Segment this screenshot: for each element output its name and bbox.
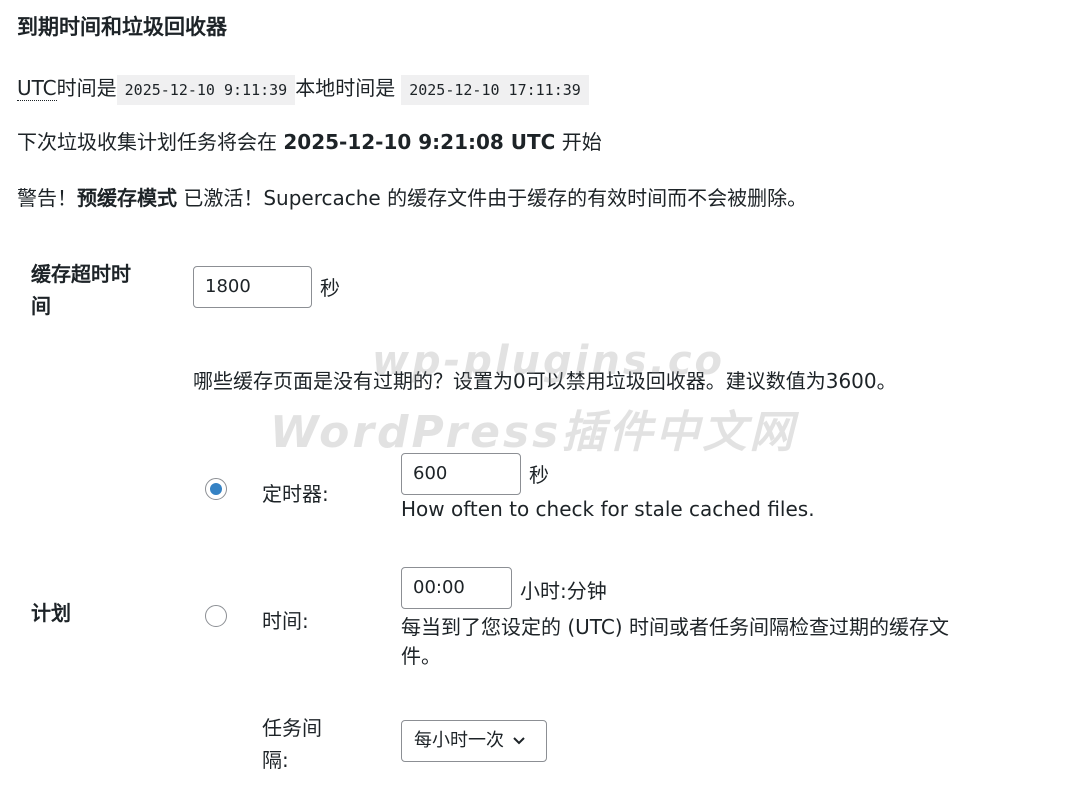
next-gc-prefix: 下次垃圾收集计划任务将会在 bbox=[17, 130, 277, 154]
next-gc-suffix: 开始 bbox=[561, 130, 602, 154]
interval-select[interactable]: 每小时一次 bbox=[401, 720, 547, 762]
timer-input[interactable]: 600 bbox=[401, 453, 521, 495]
utc-label: 时间是 bbox=[56, 76, 117, 100]
clock-label: 时间: bbox=[262, 609, 309, 633]
clock-description: 每当到了您设定的 (UTC) 时间或者任务间隔检查过期的缓存文 件。 bbox=[401, 615, 949, 668]
interval-selected-value: 每小时一次 bbox=[414, 730, 504, 751]
timer-label: 定时器: bbox=[262, 482, 329, 506]
interval-label: 任务间 隔: bbox=[262, 716, 322, 772]
clock-unit: 小时:分钟 bbox=[520, 579, 607, 603]
chevron-down-icon bbox=[512, 721, 526, 761]
time-info-line: UTC时间是 2025-12-10 9:11:39 本地时间是 2025-12-10 … bbox=[17, 72, 589, 105]
schedule-label: 计划 bbox=[31, 601, 71, 625]
cache-timeout-unit: 秒 bbox=[320, 276, 340, 300]
warning-prefix: 警告！ bbox=[17, 186, 77, 210]
local-time-label: 本地时间是 bbox=[295, 76, 396, 100]
cache-timeout-label: 缓存超时时 间 bbox=[31, 262, 131, 318]
clock-time-input[interactable]: 00:00 bbox=[401, 567, 512, 609]
timer-description: How often to check for stale cached file… bbox=[401, 497, 815, 521]
watermark-line-2: WordPress插件中文网 bbox=[270, 407, 797, 458]
timer-radio[interactable] bbox=[205, 478, 227, 500]
warning-suffix: 已激活！Supercache 的缓存文件由于缓存的有效时间而不会被删除。 bbox=[183, 186, 808, 210]
preload-warning: 警告！预缓存模式 已激活！Supercache 的缓存文件由于缓存的有效时间而不… bbox=[17, 182, 807, 211]
warning-mode: 预缓存模式 bbox=[77, 186, 177, 210]
utc-abbr: UTC bbox=[17, 76, 57, 101]
utc-time-value: 2025-12-10 9:11:39 bbox=[116, 74, 296, 105]
cache-timeout-input[interactable]: 1800 bbox=[193, 266, 312, 308]
watermark-line-1: wp-plugins.co bbox=[372, 338, 726, 384]
local-time-value: 2025-12-10 17:11:39 bbox=[401, 74, 589, 105]
timer-unit: 秒 bbox=[529, 463, 549, 487]
clock-radio[interactable] bbox=[205, 605, 227, 627]
next-gc-datetime: 2025-12-10 9:21:08 UTC bbox=[283, 130, 556, 154]
section-title: 到期时间和垃圾回收器 bbox=[17, 15, 227, 39]
next-gc-line: 下次垃圾收集计划任务将会在 2025-12-10 9:21:08 UTC 开始 bbox=[17, 126, 602, 155]
